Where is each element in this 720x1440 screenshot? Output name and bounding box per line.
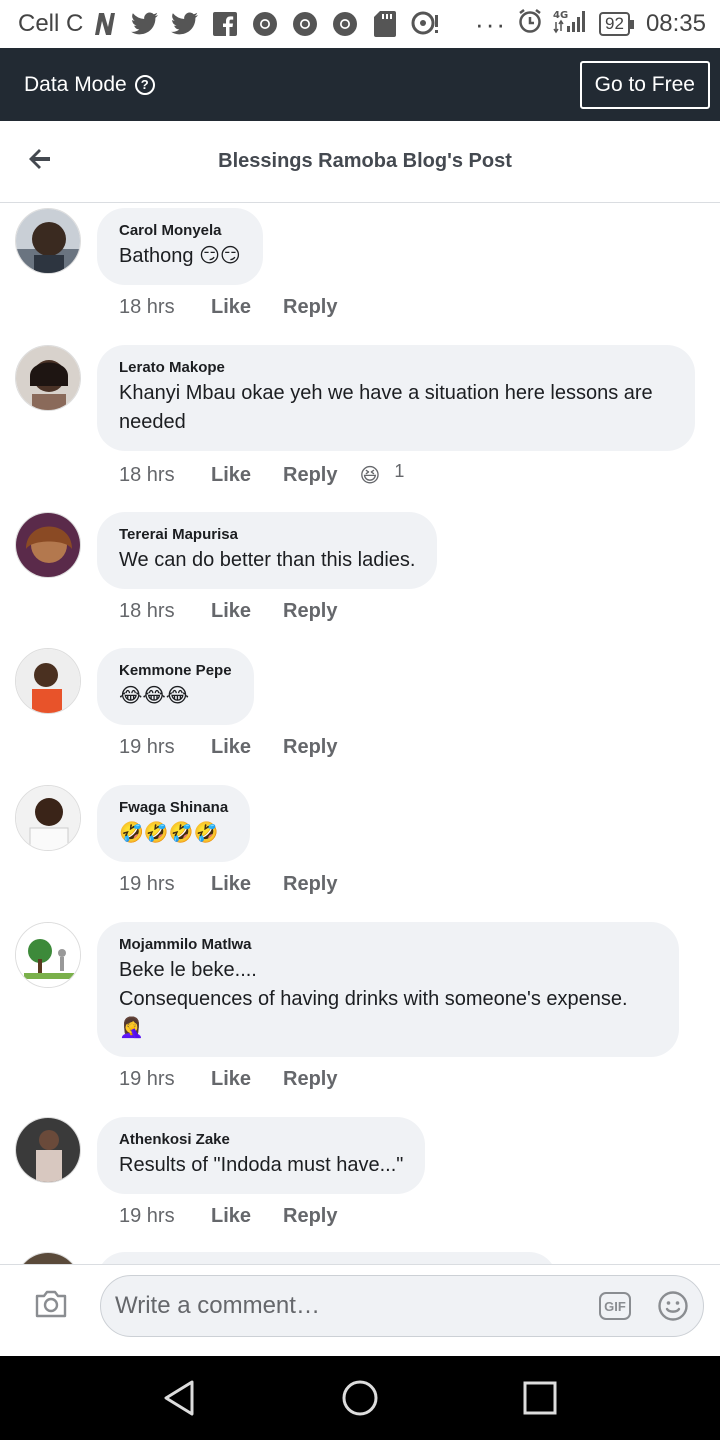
comment-actions: 19 hrs Like Reply xyxy=(119,1205,337,1228)
comment-actions: 18 hrs Like Reply xyxy=(119,296,337,319)
reply-button[interactable]: Reply xyxy=(283,736,337,759)
gif-button[interactable]: GIF xyxy=(599,1292,631,1320)
clock: 08:35 xyxy=(645,10,706,37)
like-button[interactable]: Like xyxy=(211,600,283,623)
alarm-icon xyxy=(517,8,543,41)
data-mode-label: Data Mode xyxy=(24,72,127,96)
comment-text: Khanyi Mbau okae yeh we have a situation… xyxy=(119,382,653,433)
comment-input-wrapper: GIF xyxy=(100,1275,704,1337)
carrier-label: Cell C xyxy=(18,10,84,37)
data-mode-bar: Data Mode ? Go to Free xyxy=(0,48,720,121)
comment-bubble: Athenkosi Zake Results of "Indoda must h… xyxy=(97,1117,426,1194)
avatar[interactable] xyxy=(15,512,81,578)
avatar[interactable] xyxy=(15,208,81,274)
avatar[interactable] xyxy=(15,922,81,988)
chrome-icon xyxy=(331,10,359,38)
chrome-icon xyxy=(251,10,279,38)
comment-text: 😂😂😂 xyxy=(119,685,190,707)
comment-bubble: Lerato Makope Khanyi Mbau okae yeh we ha… xyxy=(97,345,695,451)
chrome-icon xyxy=(291,10,319,38)
like-button[interactable]: Like xyxy=(211,873,283,896)
commenter-name[interactable]: Kemmone Pepe xyxy=(119,662,232,679)
help-icon[interactable]: ? xyxy=(134,74,155,95)
reply-button[interactable]: Reply xyxy=(283,296,337,319)
comment-time: 18 hrs xyxy=(119,464,175,486)
n-icon xyxy=(91,10,119,38)
comment-time: 19 hrs xyxy=(119,1205,175,1227)
comment-bubble xyxy=(97,1252,557,1264)
commenter-name[interactable]: Carol Monyela xyxy=(119,222,241,239)
like-button[interactable]: Like xyxy=(211,1205,283,1228)
comment-list: Carol Monyela Bathong 😏😏 18 hrs Like Rep… xyxy=(0,204,720,1264)
go-to-free-button[interactable]: Go to Free xyxy=(579,60,710,109)
comment-actions: 19 hrs Like Reply xyxy=(119,1068,337,1091)
comment-actions: 19 hrs Like Reply xyxy=(119,736,337,759)
notification-icons xyxy=(91,10,439,38)
commenter-name[interactable]: Tererai Mapurisa xyxy=(119,526,415,543)
hotspot-icon xyxy=(411,10,439,38)
post-header: Blessings Ramoba Blog's Post xyxy=(0,121,720,203)
comment-bubble: Tererai Mapurisa We can do better than t… xyxy=(97,512,438,589)
comment-text: Bathong 😏😏 xyxy=(119,245,241,267)
like-button[interactable]: Like xyxy=(211,1068,283,1091)
comment-time: 19 hrs xyxy=(119,736,175,758)
comment-text: Results of "Indoda must have..." xyxy=(119,1154,404,1176)
comment-bubble: Carol Monyela Bathong 😏😏 xyxy=(97,208,263,285)
twitter-icon xyxy=(131,10,159,38)
reply-button[interactable]: Reply xyxy=(283,1205,337,1228)
back-nav-icon[interactable] xyxy=(160,1378,200,1418)
svg-text:4G: 4G xyxy=(553,10,568,21)
comment-actions: 18 hrs Like Reply 😆 1 xyxy=(119,461,405,488)
like-button[interactable]: Like xyxy=(211,736,283,759)
reaction-summary[interactable]: 😆 1 xyxy=(359,461,405,488)
avatar[interactable] xyxy=(15,345,81,411)
battery-indicator: 92 xyxy=(599,12,634,36)
comment-time: 18 hrs xyxy=(119,296,175,318)
comment-actions: 18 hrs Like Reply xyxy=(119,600,337,623)
avatar[interactable] xyxy=(15,1117,81,1183)
reaction-count: 1 xyxy=(394,461,405,481)
system-nav-bar xyxy=(0,1356,720,1440)
comment-bubble: Kemmone Pepe 😂😂😂 xyxy=(97,648,254,725)
commenter-name[interactable]: Mojammilo Matlwa xyxy=(119,936,657,953)
reply-button[interactable]: Reply xyxy=(283,464,337,487)
signal-4g-icon: 4G xyxy=(553,8,589,41)
avatar[interactable] xyxy=(15,1252,81,1264)
comment-time: 19 hrs xyxy=(119,873,175,895)
comment-actions: 19 hrs Like Reply xyxy=(119,873,337,896)
avatar[interactable] xyxy=(15,785,81,851)
comment-input[interactable] xyxy=(115,1292,599,1320)
comment-time: 18 hrs xyxy=(119,600,175,622)
camera-icon[interactable] xyxy=(34,1289,70,1325)
status-right: ··· 4G 92 08:35 xyxy=(475,8,706,41)
comment-text: Beke le beke.... Consequences of having … xyxy=(119,959,628,1039)
reply-button[interactable]: Reply xyxy=(283,1068,337,1091)
back-arrow-icon[interactable] xyxy=(28,145,58,175)
commenter-name[interactable]: Lerato Makope xyxy=(119,359,673,376)
comment-bubble: Mojammilo Matlwa Beke le beke.... Conseq… xyxy=(97,922,679,1057)
commenter-name[interactable]: Athenkosi Zake xyxy=(119,1131,403,1148)
overflow-dots: ··· xyxy=(475,8,508,39)
haha-reaction-icon: 😆 xyxy=(359,465,381,487)
like-button[interactable]: Like xyxy=(211,296,283,319)
comment-text: 🤣🤣🤣🤣 xyxy=(119,822,219,844)
home-nav-icon[interactable] xyxy=(340,1378,380,1418)
recents-nav-icon[interactable] xyxy=(520,1378,560,1418)
comment-text: We can do better than this ladies. xyxy=(119,549,416,571)
comment-composer: GIF xyxy=(0,1264,720,1356)
comment-bubble: Fwaga Shinana 🤣🤣🤣🤣 xyxy=(97,785,251,862)
emoji-icon[interactable] xyxy=(657,1290,689,1322)
sd-card-icon xyxy=(371,10,399,38)
twitter-icon xyxy=(171,10,199,38)
like-button[interactable]: Like xyxy=(211,464,283,487)
avatar[interactable] xyxy=(15,648,81,714)
commenter-name[interactable]: Fwaga Shinana xyxy=(119,799,228,816)
reply-button[interactable]: Reply xyxy=(283,600,337,623)
status-bar: Cell C ··· 4G 92 08:35 xyxy=(0,0,720,48)
reply-button[interactable]: Reply xyxy=(283,873,337,896)
facebook-icon xyxy=(211,10,239,38)
comment-time: 19 hrs xyxy=(119,1068,175,1090)
page-title: Blessings Ramoba Blog's Post xyxy=(218,150,512,172)
